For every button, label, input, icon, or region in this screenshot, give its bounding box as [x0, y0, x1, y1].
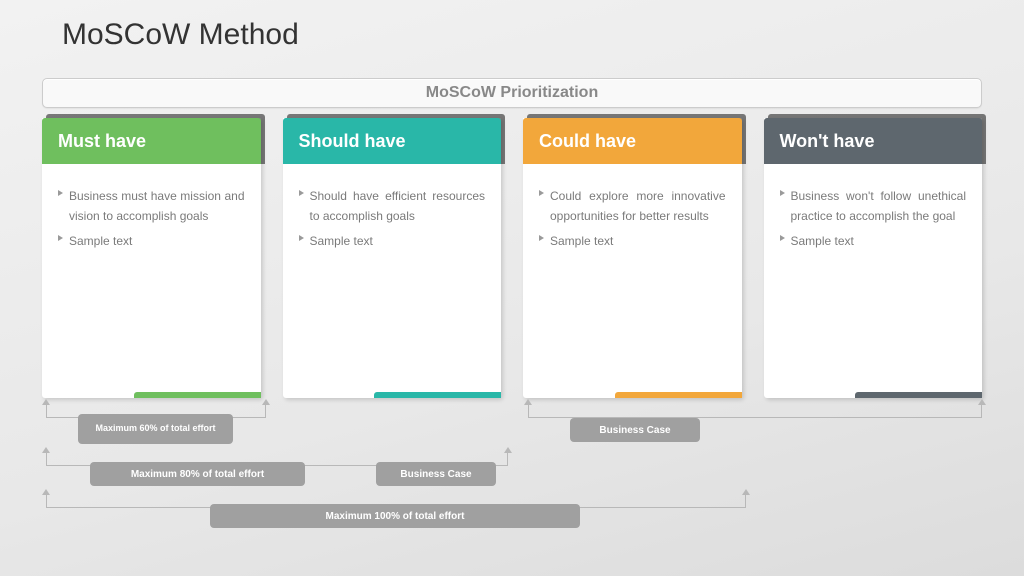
card-header: Won't have — [764, 118, 983, 164]
card-3: Won't have Business won't follow unethica… — [764, 118, 983, 398]
bullet-text: Business must have mission and vision to… — [69, 186, 245, 227]
card-header: Could have — [523, 118, 742, 164]
bullet-text: Should have efficient resources to accom… — [310, 186, 486, 227]
cards-row: Must have Business must have mission and … — [42, 118, 982, 398]
card-stripe — [855, 392, 982, 398]
chevron-right-icon — [58, 190, 63, 196]
card-stripe — [615, 392, 742, 398]
bullet-item: Sample text — [299, 231, 486, 251]
card-stripe — [374, 392, 501, 398]
card-body: Business must have mission and vision to… — [42, 164, 261, 251]
arrow-icon — [42, 489, 50, 495]
arrow-icon — [262, 399, 270, 405]
card-body: Should have efficient resources to accom… — [283, 164, 502, 251]
page-title: MoSCoW Method — [62, 18, 299, 52]
bullet-item: Business won't follow unethical practice… — [780, 186, 967, 227]
bullet-item: Sample text — [58, 231, 245, 251]
card-stripe — [134, 392, 261, 398]
card-header: Must have — [42, 118, 261, 164]
bullet-item: Should have efficient resources to accom… — [299, 186, 486, 227]
bullet-item: Sample text — [539, 231, 726, 251]
chevron-right-icon — [58, 235, 63, 241]
chevron-right-icon — [539, 235, 544, 241]
card-header: Should have — [283, 118, 502, 164]
card-1: Should have Should have efficient resourc… — [283, 118, 502, 398]
bracket-bc2 — [528, 404, 982, 418]
card-body: Could explore more innovative opportunit… — [523, 164, 742, 251]
bullet-text: Could explore more innovative opportunit… — [550, 186, 726, 227]
chevron-right-icon — [539, 190, 544, 196]
arrow-icon — [42, 447, 50, 453]
arrow-icon — [524, 399, 532, 405]
bullet-text: Sample text — [550, 231, 726, 251]
bullet-item: Sample text — [780, 231, 967, 251]
arrow-icon — [978, 399, 986, 405]
chevron-right-icon — [780, 190, 785, 196]
card-0: Must have Business must have mission and … — [42, 118, 261, 398]
effort-80: Maximum 80% of total effort — [90, 462, 305, 486]
bullet-text: Sample text — [69, 231, 245, 251]
effort-60: Maximum 60% of total effort — [78, 414, 233, 444]
arrow-icon — [742, 489, 750, 495]
chevron-right-icon — [299, 235, 304, 241]
bullet-text: Business won't follow unethical practice… — [791, 186, 967, 227]
arrow-icon — [504, 447, 512, 453]
chevron-right-icon — [299, 190, 304, 196]
arrow-icon — [42, 399, 50, 405]
chevron-right-icon — [780, 235, 785, 241]
effort-100: Maximum 100% of total effort — [210, 504, 580, 528]
bullet-item: Could explore more innovative opportunit… — [539, 186, 726, 227]
bullet-text: Sample text — [310, 231, 486, 251]
bullet-text: Sample text — [791, 231, 967, 251]
effort-bc1: Business Case — [376, 462, 496, 486]
bullet-item: Business must have mission and vision to… — [58, 186, 245, 227]
subtitle-bar: MoSCoW Prioritization — [42, 78, 982, 108]
card-2: Could have Could explore more innovative … — [523, 118, 742, 398]
card-body: Business won't follow unethical practice… — [764, 164, 983, 251]
effort-bc2: Business Case — [570, 418, 700, 442]
